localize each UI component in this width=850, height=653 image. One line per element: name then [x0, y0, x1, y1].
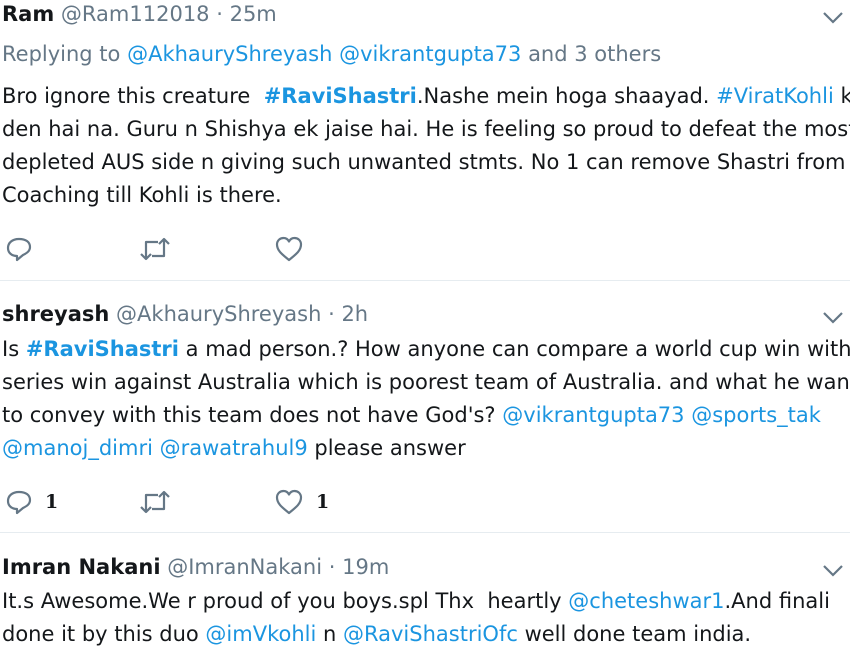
mention-link[interactable]: @RaviShastriOfc: [343, 622, 518, 646]
author-name[interactable]: Ram: [2, 2, 54, 26]
retweet-icon: [140, 237, 170, 261]
separator-dot: ·: [322, 555, 343, 579]
retweet-button[interactable]: [138, 234, 172, 264]
text-line: Coaching till Kohli is there.: [2, 183, 282, 207]
like-button[interactable]: [274, 234, 304, 264]
text-line: depleted AUS side n giving such unwanted…: [2, 150, 846, 174]
timestamp[interactable]: 25m: [230, 2, 277, 26]
hashtag-link[interactable]: #RaviShastri: [264, 84, 417, 108]
chevron-down-icon[interactable]: [822, 564, 844, 578]
separator-dot: ·: [209, 2, 230, 26]
text-line: series win against Australia which is po…: [2, 370, 850, 394]
hashtag-link[interactable]: #RaviShastri: [26, 337, 179, 361]
text-line: to convey with this team does not have G…: [2, 403, 821, 427]
reply-button[interactable]: 1: [5, 487, 58, 517]
text-line: Is #RaviShastri a mad person.? How anyon…: [2, 337, 850, 361]
tweet-imran[interactable]: Imran Nakani @ImranNakani · 19m It.s Awe…: [0, 533, 850, 653]
separator-dot: ·: [321, 302, 342, 326]
reply-icon: [6, 490, 32, 515]
author-handle[interactable]: @Ram112018: [61, 2, 210, 26]
reply-count: 1: [45, 491, 59, 513]
tweet-ram[interactable]: Ram @Ram112018 · 25m Replying to @Akhaur…: [0, 0, 850, 280]
text-line: It.s Awesome.We r proud of you boys.spl …: [2, 589, 830, 613]
mention-link[interactable]: @rawatrahul9: [160, 436, 308, 460]
like-count: 1: [316, 491, 330, 513]
replying-to: Replying to @AkhauryShreyash @vikrantgup…: [2, 42, 662, 66]
text-line: done it by this duo @imVkohli n @RaviSha…: [2, 622, 752, 646]
reply-icon: [6, 237, 32, 262]
chevron-down-icon[interactable]: [822, 311, 844, 325]
text-line: @manoj_dimri @rawatrahul9 please answer: [2, 436, 466, 460]
like-button[interactable]: 1: [274, 487, 329, 517]
reply-button[interactable]: [5, 234, 33, 264]
replying-to-link[interactable]: @vikrantgupta73: [339, 42, 521, 66]
tweet-header: Ram @Ram112018 · 25m: [2, 1, 277, 27]
mention-link[interactable]: @manoj_dimri: [2, 436, 153, 460]
heart-icon: [275, 489, 303, 515]
text-line: den hai na. Guru n Shishya ek jaise hai.…: [2, 117, 850, 141]
replying-to-link[interactable]: @AkhauryShreyash: [127, 42, 332, 66]
retweet-button[interactable]: [138, 487, 172, 517]
timestamp[interactable]: 2h: [341, 302, 368, 326]
hashtag-link[interactable]: #ViratKohli: [716, 84, 834, 108]
chevron-down-icon[interactable]: [822, 11, 844, 25]
mention-link[interactable]: @vikrantgupta73: [502, 403, 684, 427]
tweet-header: shreyash @AkhauryShreyash · 2h: [2, 301, 368, 327]
heart-icon: [275, 236, 303, 262]
author-name[interactable]: Imran Nakani: [2, 555, 161, 579]
author-name[interactable]: shreyash: [2, 302, 109, 326]
text-line: Bro ignore this creature #RaviShastri.Na…: [2, 84, 850, 108]
tweet-text: Is #RaviShastri a mad person.? How anyon…: [2, 333, 850, 465]
retweet-icon: [140, 490, 170, 514]
mention-link[interactable]: @sports_tak: [691, 403, 821, 427]
timestamp[interactable]: 19m: [342, 555, 389, 579]
mention-link[interactable]: @imVkohli: [205, 622, 316, 646]
author-handle[interactable]: @AkhauryShreyash: [116, 302, 321, 326]
tweet-text: Bro ignore this creature #RaviShastri.Na…: [2, 80, 850, 212]
author-handle[interactable]: @ImranNakani: [167, 555, 322, 579]
tweet-shreyash[interactable]: shreyash @AkhauryShreyash · 2h Is #RaviS…: [0, 281, 850, 531]
tweet-header: Imran Nakani @ImranNakani · 19m: [2, 554, 389, 580]
tweet-text: It.s Awesome.We r proud of you boys.spl …: [2, 585, 830, 651]
mention-link[interactable]: @cheteshwar1: [568, 589, 724, 613]
